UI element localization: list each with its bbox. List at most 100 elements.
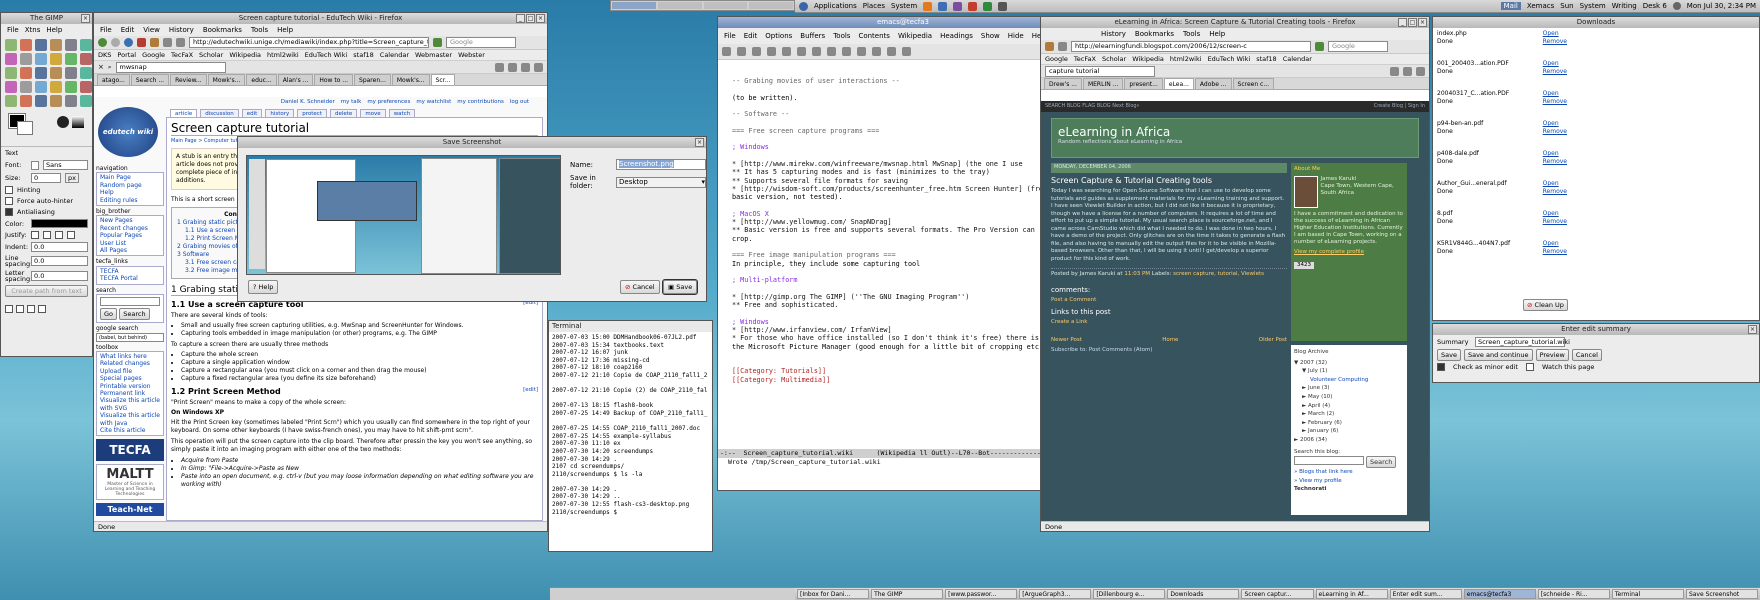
- emacs-menu-contents[interactable]: Contents: [858, 28, 890, 44]
- tool-icon[interactable]: [35, 39, 47, 51]
- launcher-icon[interactable]: [983, 1, 993, 11]
- menu-file[interactable]: File: [7, 24, 19, 36]
- gimp-titlebar[interactable]: The GIMP ×: [1, 13, 92, 24]
- workspace-desk6[interactable]: Desk 6: [1643, 2, 1667, 10]
- url-input[interactable]: http://edutechwiki.unige.ch/mediawiki/in…: [189, 37, 429, 48]
- profile-link[interactable]: View my complete profile: [1294, 249, 1404, 256]
- browser-tab[interactable]: Drew's ...: [1044, 78, 1082, 89]
- emacs-menu-show[interactable]: Show: [981, 28, 1000, 44]
- launcher-icon[interactable]: [923, 1, 933, 11]
- toolbar-icon[interactable]: [1390, 66, 1399, 76]
- pager-cell[interactable]: [612, 2, 656, 9]
- bookmark-calendar[interactable]: Calendar: [380, 50, 409, 60]
- tool-icon[interactable]: [50, 53, 62, 65]
- menu-help[interactable]: Help: [1209, 28, 1225, 40]
- tool-icon[interactable]: [80, 53, 92, 65]
- pager-cell[interactable]: [703, 2, 748, 9]
- edit-summary-titlebar[interactable]: Enter edit summary ×: [1433, 324, 1759, 335]
- tool-icon[interactable]: [50, 81, 62, 93]
- remove-download-link[interactable]: Remove: [1543, 98, 1567, 106]
- sidebar-link[interactable]: Visualize this article with Java: [100, 412, 160, 427]
- open-download-link[interactable]: Open: [1543, 150, 1567, 158]
- blog-search-button[interactable]: Search: [1366, 456, 1397, 469]
- browser-tab[interactable]: Screen c...: [1232, 78, 1275, 89]
- copy-icon[interactable]: [827, 47, 836, 56]
- emacs-menu-hide[interactable]: Hide: [1008, 28, 1024, 44]
- terminal-titlebar[interactable]: Terminal: [549, 321, 712, 332]
- justify-left-button[interactable]: [31, 231, 39, 239]
- taskbar-button[interactable]: [Inbox for Dani...: [797, 589, 870, 599]
- taskbar-button[interactable]: Terminal: [1611, 589, 1684, 599]
- tool-icon[interactable]: [80, 39, 92, 51]
- bookmark-html2wiki[interactable]: html2wiki: [1170, 54, 1202, 64]
- browser-tab[interactable]: Sparen...: [354, 74, 391, 85]
- taskbar-button[interactable]: Downloads: [1167, 589, 1240, 599]
- blog-title[interactable]: eLearning in Africa: [1058, 125, 1412, 139]
- find-input[interactable]: mwsnap: [115, 61, 226, 73]
- folder-select[interactable]: Desktop ▾: [616, 176, 706, 188]
- sidebar-link[interactable]: Recent changes: [100, 225, 160, 232]
- size-unit[interactable]: px: [65, 173, 79, 183]
- emacs-titlebar[interactable]: emacs@tecfa3_□×: [718, 17, 1088, 28]
- tool-icon[interactable]: [80, 95, 92, 107]
- open-download-link[interactable]: Open: [1543, 60, 1567, 68]
- tool-icon[interactable]: [50, 67, 62, 79]
- stop-icon[interactable]: [137, 38, 146, 47]
- minor-edit-checkbox[interactable]: [1437, 363, 1445, 371]
- tool-icon[interactable]: [80, 67, 92, 79]
- indent-field[interactable]: 0.0: [31, 242, 88, 252]
- remove-download-link[interactable]: Remove: [1543, 38, 1567, 46]
- blog-link[interactable]: » View my profile: [1294, 477, 1404, 486]
- menu-history[interactable]: History: [169, 24, 194, 36]
- browser-tab[interactable]: educ...: [246, 74, 277, 85]
- open-download-link[interactable]: Open: [1543, 30, 1567, 38]
- taskbar-button[interactable]: [ArgueGraph3...: [1019, 589, 1092, 599]
- taskbar-button[interactable]: [www.passwor...: [945, 589, 1018, 599]
- bookmark-calendar[interactable]: Calendar: [1283, 54, 1312, 64]
- tool-icon[interactable]: [20, 39, 32, 51]
- toolbar-icon[interactable]: [1416, 66, 1425, 76]
- sidebar-link[interactable]: User List: [100, 240, 160, 247]
- archive-item[interactable]: ► April (4): [1294, 402, 1404, 411]
- bookmark-scholar[interactable]: Scholar: [1102, 54, 1126, 64]
- taskbar-button[interactable]: The GIMP: [871, 589, 944, 599]
- browser-tab[interactable]: atago...: [97, 74, 130, 85]
- close-icon[interactable]: ×: [695, 138, 704, 147]
- help-icon[interactable]: [902, 47, 911, 56]
- background-color-swatch[interactable]: [17, 121, 33, 135]
- launcher-icon[interactable]: [938, 1, 948, 11]
- tecfa-logo[interactable]: TECFA: [96, 439, 164, 462]
- bookmark-wikipedia[interactable]: Wikipedia: [1132, 54, 1164, 64]
- tool-icon[interactable]: [35, 81, 47, 93]
- browser-tab[interactable]: Mowk's...: [391, 74, 430, 85]
- workspace-sun[interactable]: Sun: [1560, 2, 1573, 10]
- summary-input[interactable]: Screen_capture_tutorial.wiki: [1475, 337, 1570, 347]
- save-as-icon[interactable]: [782, 47, 791, 56]
- menu-bookmarks[interactable]: Bookmarks: [203, 24, 242, 36]
- taskbar-button[interactable]: emacs@tecfa3: [1463, 589, 1536, 599]
- toolbar-icon[interactable]: [508, 62, 517, 72]
- archive-item[interactable]: ► January (6): [1294, 427, 1404, 436]
- downloads-titlebar[interactable]: Downloads: [1433, 17, 1759, 28]
- bookmark-portal[interactable]: Portal: [117, 50, 136, 60]
- save-continue-button[interactable]: Save and continue: [1463, 349, 1533, 361]
- close-buffer-icon[interactable]: [752, 47, 761, 56]
- sidebar-link[interactable]: Related changes: [100, 360, 160, 367]
- bookmark-edutech-wiki[interactable]: EduTech Wiki: [1208, 54, 1251, 64]
- taskbar-button[interactable]: eLearning in Af...: [1315, 589, 1388, 599]
- user-link[interactable]: Daniel K. Schneider: [281, 99, 335, 105]
- sidebar-link[interactable]: New Pages: [100, 217, 160, 224]
- toolbar-icon[interactable]: [1403, 66, 1412, 76]
- minimize-icon[interactable]: _: [1398, 18, 1407, 27]
- browser-tab[interactable]: Alan's ...: [277, 74, 314, 85]
- paste-icon[interactable]: [842, 47, 851, 56]
- save-button[interactable]: ▣ Save: [661, 279, 699, 295]
- taskbar-button[interactable]: [schneide - Ri...: [1537, 589, 1610, 599]
- home-icon[interactable]: [150, 38, 159, 47]
- remove-download-link[interactable]: Remove: [1543, 188, 1567, 196]
- wiki-search-input[interactable]: [100, 297, 160, 307]
- watch-page-checkbox[interactable]: [1525, 363, 1534, 371]
- tool-icon[interactable]: [65, 67, 77, 79]
- find-input[interactable]: capture tutorial: [1045, 65, 1155, 77]
- bookmark-tecfax[interactable]: TecFaX: [1074, 54, 1096, 64]
